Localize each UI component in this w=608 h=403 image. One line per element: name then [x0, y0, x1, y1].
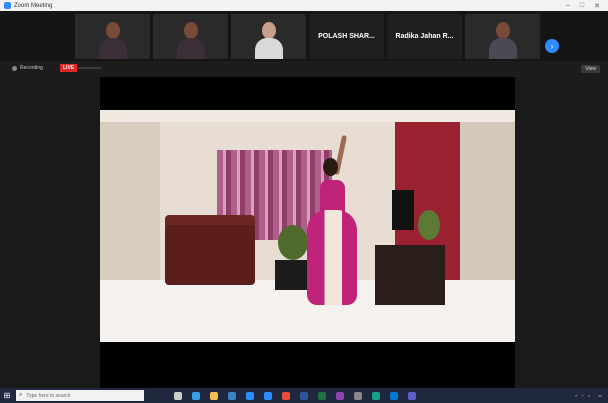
- participant-body: [488, 38, 517, 59]
- participant-body: [254, 38, 283, 59]
- speaker-video-image: [100, 110, 515, 342]
- participant-tile[interactable]: [465, 14, 540, 59]
- scene-plant: [278, 225, 308, 260]
- participant-tile[interactable]: [231, 14, 306, 59]
- window-title: Zoom Meeting: [14, 2, 53, 9]
- mail-icon[interactable]: [246, 391, 254, 400]
- dancer-figure: [323, 158, 338, 176]
- chevron-right-icon[interactable]: ›: [545, 39, 559, 53]
- scene-ceiling: [100, 110, 515, 122]
- zoom-icon[interactable]: [264, 391, 272, 400]
- network-icon[interactable]: ◔: [581, 393, 583, 398]
- search-placeholder: Type here to search: [26, 392, 71, 399]
- record-dot-icon: [12, 65, 17, 71]
- recording-indicator[interactable]: Recording: [12, 65, 43, 71]
- participant-face: [105, 22, 120, 39]
- live-badge: LIVE: [60, 64, 78, 72]
- task-view-icon[interactable]: [174, 391, 182, 400]
- zoom-meeting-screen: Zoom Meeting – □ ✕ POLASH SHAR... Radika…: [0, 0, 608, 403]
- word-icon[interactable]: [300, 391, 308, 400]
- live-text: [77, 67, 102, 69]
- participant-tile[interactable]: Radika Jahan R...: [387, 14, 462, 59]
- maximize-button[interactable]: □: [580, 2, 584, 10]
- speaker-video: [100, 77, 515, 388]
- outlook-icon[interactable]: [390, 391, 398, 400]
- scene-cabinet: [375, 245, 445, 305]
- live-indicator[interactable]: LIVE: [60, 64, 102, 72]
- participant-face: [495, 22, 510, 39]
- system-tray: ˄ ◔ ◖ ▭: [575, 393, 608, 398]
- meeting-status-bar: Recording LIVE View: [0, 61, 608, 77]
- minimize-button[interactable]: –: [566, 2, 570, 10]
- participant-name: Radika Jahan R...: [395, 33, 454, 40]
- window-titlebar: Zoom Meeting – □ ✕: [0, 0, 608, 11]
- scene-table: [275, 260, 310, 290]
- volume-icon[interactable]: ◖: [588, 393, 590, 398]
- participant-tile[interactable]: [153, 14, 228, 59]
- media-icon[interactable]: [372, 391, 380, 400]
- window-controls: – □ ✕: [566, 2, 608, 10]
- windows-start-icon[interactable]: ⊞: [0, 388, 14, 403]
- participant-body: [98, 38, 127, 59]
- participant-face: [183, 22, 198, 39]
- scene-plant: [418, 210, 440, 240]
- scene-tv: [392, 190, 414, 230]
- zoom-app-icon: [4, 2, 11, 9]
- participant-tile[interactable]: [75, 14, 150, 59]
- taskbar-search-box[interactable]: ⌕ Type here to search: [16, 390, 144, 401]
- file-explorer-icon[interactable]: [210, 391, 218, 400]
- main-video-area: [0, 77, 608, 388]
- chrome-icon[interactable]: [282, 391, 290, 400]
- close-button[interactable]: ✕: [594, 2, 600, 10]
- notifications-icon[interactable]: ▭: [598, 393, 602, 398]
- recording-label: Recording: [20, 65, 43, 71]
- participant-name: POLASH SHAR...: [318, 33, 375, 40]
- participant-face: [261, 22, 276, 39]
- excel-icon[interactable]: [318, 391, 326, 400]
- participant-tile[interactable]: POLASH SHAR...: [309, 14, 384, 59]
- chevron-up-icon[interactable]: ˄: [575, 393, 577, 398]
- search-icon: ⌕: [19, 392, 23, 398]
- dancer-figure: [307, 210, 357, 305]
- teams-icon[interactable]: [408, 391, 416, 400]
- edge-icon[interactable]: [192, 391, 200, 400]
- windows-taskbar: ⊞ ⌕ Type here to search ˄ ◔ ◖ ▭: [0, 388, 608, 403]
- settings-icon[interactable]: [354, 391, 362, 400]
- view-button[interactable]: View: [581, 65, 600, 73]
- photos-icon[interactable]: [336, 391, 344, 400]
- store-icon[interactable]: [228, 391, 236, 400]
- participant-strip: POLASH SHAR... Radika Jahan R... ›: [0, 11, 608, 61]
- taskbar-pinned-apps: [174, 391, 416, 400]
- scene-sofa: [165, 225, 255, 285]
- participant-body: [176, 38, 205, 59]
